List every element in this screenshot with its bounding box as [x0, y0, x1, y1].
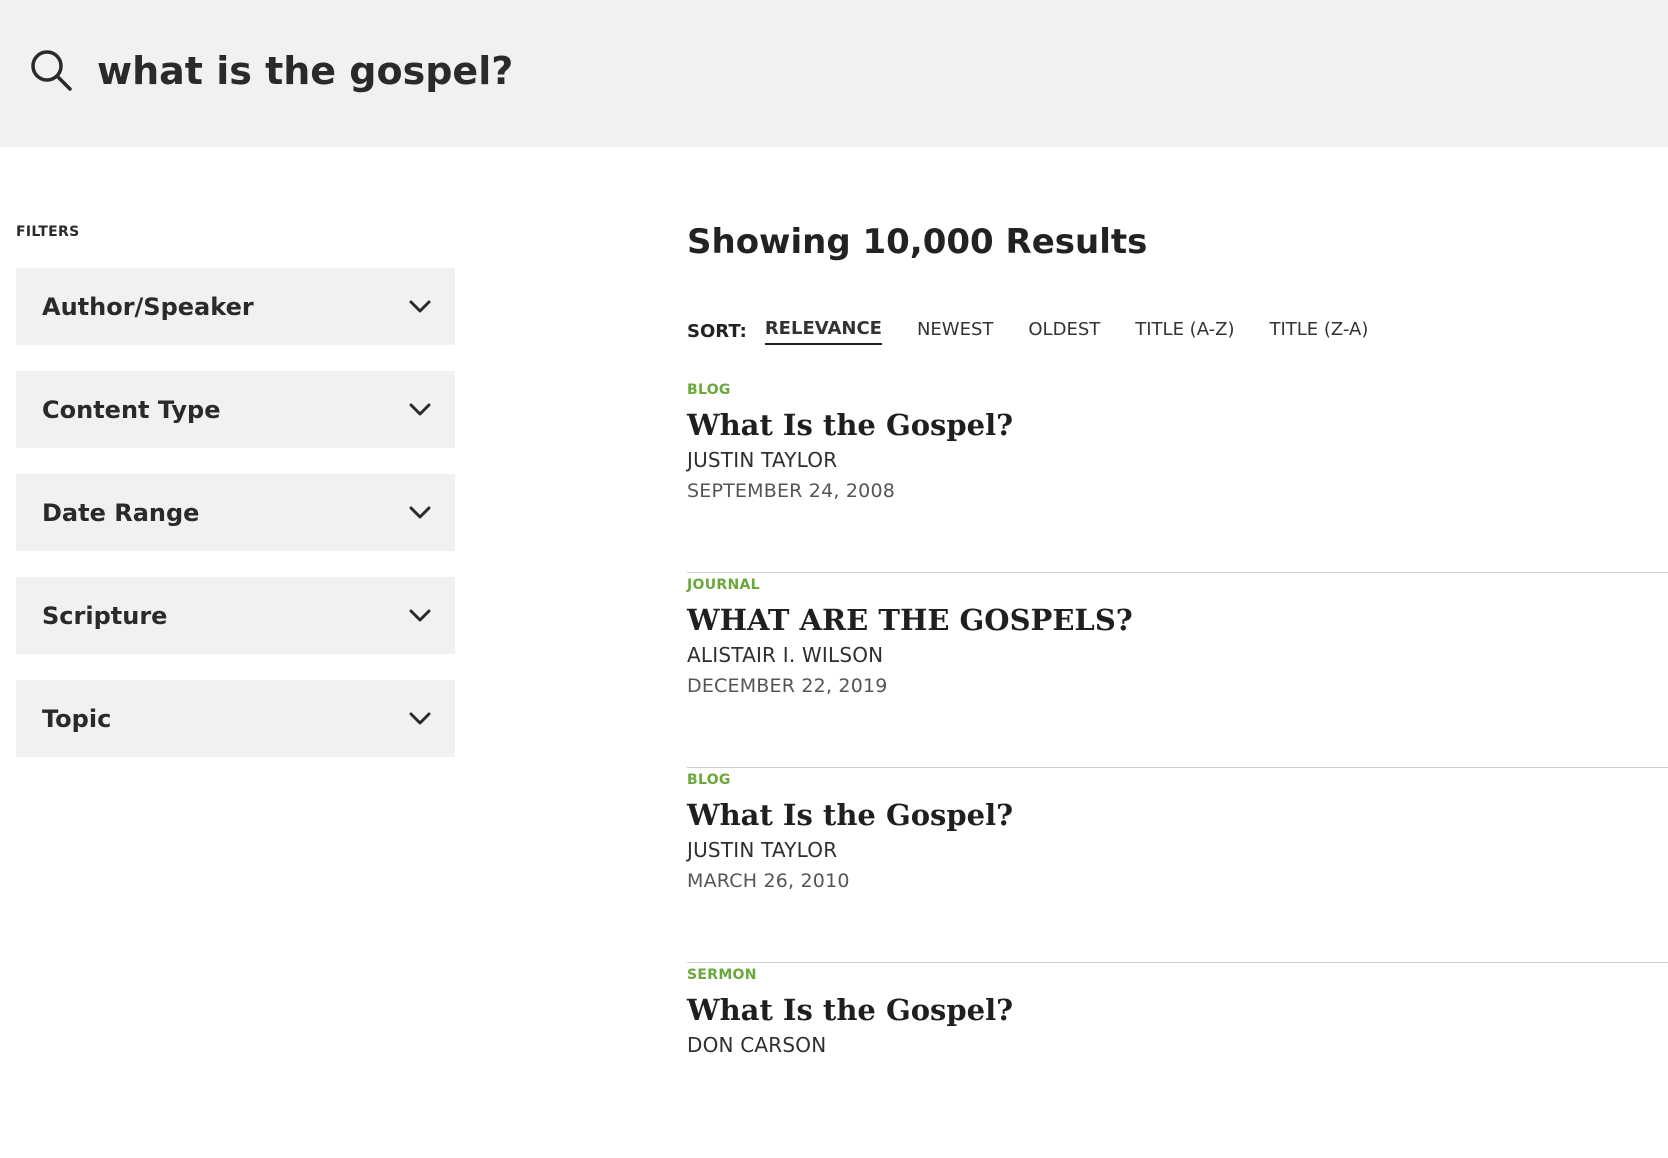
filter-label: Date Range	[42, 498, 200, 527]
sort-relevance[interactable]: RELEVANCE	[764, 318, 882, 345]
filter-label: Topic	[42, 704, 112, 733]
sort-bar: SORT: RELEVANCE NEWEST OLDEST TITLE (A-Z…	[687, 318, 1403, 345]
filter-author-speaker[interactable]: Author/Speaker	[16, 268, 455, 345]
result-title-link[interactable]: What Is the Gospel?	[687, 798, 1013, 832]
sort-newest[interactable]: NEWEST	[917, 319, 993, 344]
result-author[interactable]: ALISTAIR I. WILSON	[687, 643, 883, 667]
filter-scripture[interactable]: Scripture	[16, 577, 455, 654]
result-title-link[interactable]: What Is the Gospel?	[687, 408, 1013, 442]
chevron-down-icon	[409, 403, 431, 415]
result-item: SERMON What Is the Gospel? DON CARSON	[687, 963, 1668, 1158]
filter-label: Author/Speaker	[42, 292, 254, 321]
result-list: BLOG What Is the Gospel? JUSTIN TAYLOR S…	[687, 378, 1668, 1158]
search-icon[interactable]	[29, 48, 73, 92]
filter-label: Content Type	[42, 395, 221, 424]
filter-date-range[interactable]: Date Range	[16, 474, 455, 551]
result-date: SEPTEMBER 24, 2008	[687, 480, 896, 502]
chevron-down-icon	[409, 609, 431, 621]
results-heading: Showing 10,000 Results	[687, 222, 1148, 262]
result-item: BLOG What Is the Gospel? JUSTIN TAYLOR S…	[687, 378, 1668, 573]
result-date: MARCH 26, 2010	[687, 870, 850, 892]
content-type-label: SERMON	[687, 967, 757, 983]
filter-label: Scripture	[42, 601, 168, 630]
filter-content-type[interactable]: Content Type	[16, 371, 455, 448]
chevron-down-icon	[409, 506, 431, 518]
filter-list: Author/Speaker Content Type Date Range S…	[16, 268, 455, 783]
result-item: JOURNAL WHAT ARE THE GOSPELS? ALISTAIR I…	[687, 573, 1668, 768]
content-type-label: JOURNAL	[687, 577, 760, 593]
chevron-down-icon	[409, 712, 431, 724]
result-date: DECEMBER 22, 2019	[687, 675, 888, 697]
sort-label: SORT:	[687, 321, 747, 342]
content-type-label: BLOG	[687, 772, 731, 788]
sort-title-az[interactable]: TITLE (A-Z)	[1135, 319, 1234, 344]
result-author[interactable]: DON CARSON	[687, 1033, 826, 1057]
filter-topic[interactable]: Topic	[16, 680, 455, 757]
content-type-label: BLOG	[687, 382, 731, 398]
sort-oldest[interactable]: OLDEST	[1028, 319, 1100, 344]
result-author[interactable]: JUSTIN TAYLOR	[687, 838, 837, 862]
result-author[interactable]: JUSTIN TAYLOR	[687, 448, 837, 472]
sort-title-za[interactable]: TITLE (Z-A)	[1269, 319, 1368, 344]
result-item: BLOG What Is the Gospel? JUSTIN TAYLOR M…	[687, 768, 1668, 963]
result-title-link[interactable]: WHAT ARE THE GOSPELS?	[687, 603, 1133, 637]
filters-heading: FILTERS	[16, 224, 80, 240]
results-panel: Showing 10,000 Results SORT: RELEVANCE N…	[687, 0, 1668, 1057]
chevron-down-icon	[409, 300, 431, 312]
result-title-link[interactable]: What Is the Gospel?	[687, 993, 1013, 1027]
